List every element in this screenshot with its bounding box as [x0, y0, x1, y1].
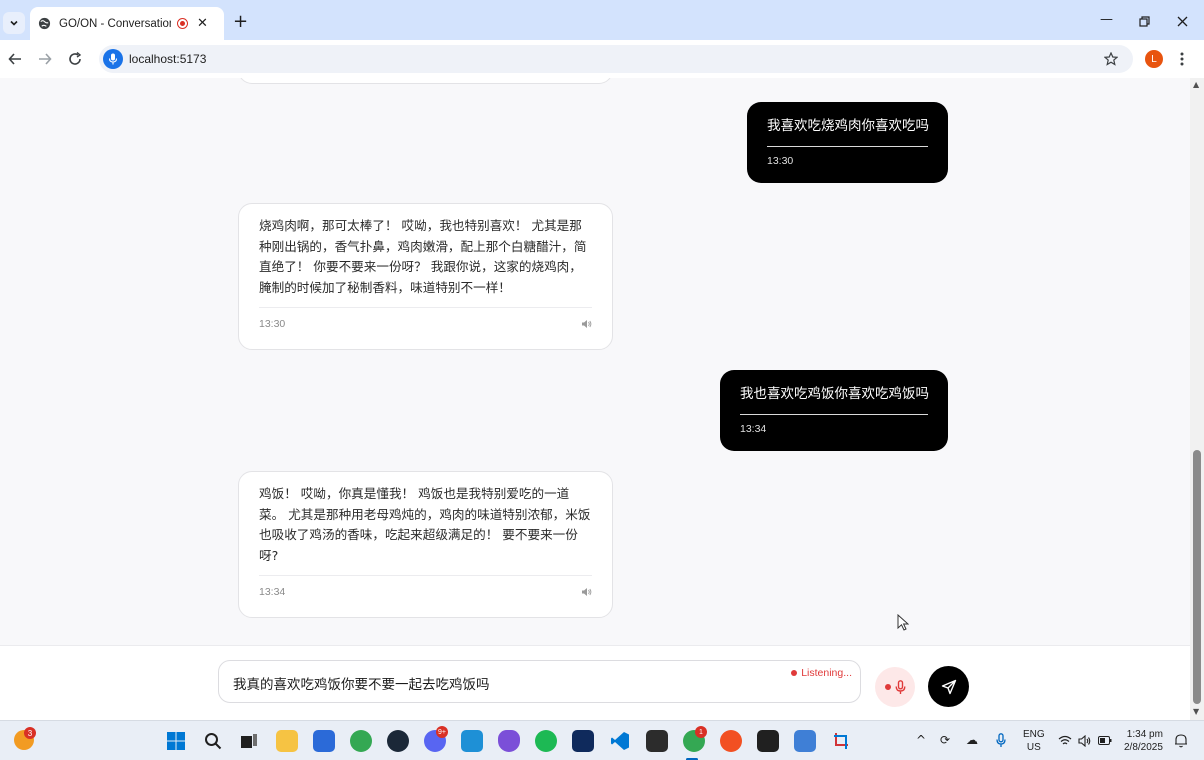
file-explorer-icon[interactable] — [276, 730, 298, 752]
disney-plus-icon[interactable] — [572, 730, 594, 752]
spotify-icon[interactable] — [535, 730, 557, 752]
search-icon[interactable] — [202, 730, 224, 752]
close-window-icon[interactable] — [1177, 16, 1188, 27]
previous-message-card — [238, 78, 613, 84]
back-arrow-icon[interactable] — [8, 52, 22, 66]
tab-close-icon[interactable]: ✕ — [197, 16, 208, 31]
vscode-icon[interactable] — [609, 730, 631, 752]
new-tab-button[interactable]: + — [233, 12, 248, 32]
notepad-icon[interactable] — [794, 730, 816, 752]
scroll-down-arrow-icon[interactable]: ▼ — [1193, 707, 1199, 716]
system-clock[interactable]: 1:34 pm 2/8/2025 — [1124, 728, 1163, 754]
user-message: 我也喜欢吃鸡饭你喜欢吃鸡饭吗 13:34 — [720, 370, 948, 451]
chrome-badge: 1 — [695, 726, 707, 738]
more-menu-icon[interactable] — [1180, 52, 1184, 66]
user-message-text: 我也喜欢吃鸡饭你喜欢吃鸡饭吗 — [740, 384, 929, 415]
wifi-icon[interactable] — [1058, 735, 1072, 746]
microphone-in-use-icon[interactable] — [103, 49, 123, 69]
send-icon — [941, 679, 956, 694]
listening-indicator: Listening... — [791, 667, 852, 679]
send-button[interactable] — [928, 666, 969, 707]
notifications-icon[interactable] — [1174, 733, 1188, 748]
listening-label: Listening... — [801, 667, 852, 679]
language-indicator[interactable]: ENG US — [1023, 728, 1045, 754]
clock-time: 1:34 pm — [1126, 729, 1163, 740]
assistant-message-text: 烧鸡肉啊，那可太棒了！ 哎呦，我也特别喜欢！ 尤其是那种刚出锅的，香气扑鼻，鸡肉… — [259, 216, 592, 308]
forward-arrow-icon[interactable] — [38, 52, 52, 66]
microphone-button[interactable] — [875, 667, 915, 707]
message-composer: 我真的喜欢吃鸡饭你要不要一起去吃鸡饭吗 Listening... — [0, 645, 1190, 720]
obsidian-icon[interactable] — [498, 730, 520, 752]
scroll-up-arrow-icon[interactable]: ▲ — [1193, 80, 1199, 89]
assistant-message-text: 鸡饭！ 哎呦，你真是懂我！ 鸡饭也是我特别爱吃的一道菜。 尤其是那种用老母鸡炖的… — [259, 484, 592, 576]
message-time: 13:30 — [259, 318, 286, 330]
recording-dot-icon — [884, 684, 891, 690]
tab-search-button[interactable] — [3, 12, 25, 34]
message-input[interactable]: 我真的喜欢吃鸡饭你要不要一起去吃鸡饭吗 Listening... — [218, 660, 861, 703]
photos-icon[interactable] — [461, 730, 483, 752]
recording-indicator-icon — [177, 18, 188, 29]
microphone-tray-icon[interactable] — [996, 733, 1006, 748]
tab-title: GO/ON - Conversational La — [59, 17, 171, 30]
user-message-text: 我喜欢吃烧鸡肉你喜欢吃吗 — [767, 116, 929, 147]
region-code: US — [1026, 742, 1041, 753]
clock-date: 2/8/2025 — [1124, 742, 1163, 753]
assistant-message: 鸡饭！ 哎呦，你真是懂我！ 鸡饭也是我特别爱吃的一道菜。 尤其是那种用老母鸡炖的… — [238, 471, 613, 618]
battery-icon[interactable] — [1098, 736, 1112, 745]
start-icon[interactable] — [165, 730, 187, 752]
onedrive-icon[interactable]: ☁ — [966, 733, 978, 747]
user-message: 我喜欢吃烧鸡肉你喜欢吃吗 13:30 — [747, 102, 948, 183]
bookmark-star-icon[interactable] — [1104, 52, 1118, 66]
chat-history[interactable]: 我喜欢吃烧鸡肉你喜欢吃吗 13:30 烧鸡肉啊，那可太棒了！ 哎呦，我也特别喜欢… — [0, 78, 1190, 645]
steam-icon[interactable] — [387, 730, 409, 752]
message-time: 13:30 — [767, 155, 794, 167]
globe-icon — [38, 17, 51, 30]
microphone-icon — [895, 679, 905, 694]
task-view-icon[interactable] — [238, 730, 260, 752]
microsoft-store-icon[interactable] — [313, 730, 335, 752]
show-hidden-icons-icon[interactable]: ^ — [916, 733, 926, 747]
mouse-cursor-icon — [897, 614, 909, 631]
sticky-notes-icon[interactable] — [757, 730, 779, 752]
speaker-icon[interactable] — [581, 319, 592, 329]
message-time: 13:34 — [740, 423, 767, 435]
omnibox[interactable]: localhost:5173 — [99, 45, 1133, 73]
listening-dot-icon — [791, 670, 798, 676]
terminal-icon[interactable] — [646, 730, 668, 752]
restore-icon[interactable] — [1139, 16, 1150, 27]
windows-taskbar: 3 9+ 1 ^ ⟳ ☁ ENG US 1:34 pm 2/8/2025 — [0, 720, 1204, 760]
minimize-icon[interactable]: — — [1100, 12, 1113, 27]
scrollbar-thumb[interactable] — [1193, 450, 1201, 704]
browser-tab[interactable]: GO/ON - Conversational La ✕ — [30, 7, 224, 40]
message-input-value[interactable]: 我真的喜欢吃鸡饭你要不要一起去吃鸡饭吗 — [233, 673, 490, 693]
profile-avatar[interactable]: L — [1145, 50, 1163, 68]
address-bar-row: localhost:5173 L — [0, 40, 1204, 78]
snipping-tool-icon[interactable] — [831, 730, 853, 752]
speaker-icon[interactable] — [581, 587, 592, 597]
postman-icon[interactable] — [720, 730, 742, 752]
volume-icon[interactable] — [1078, 735, 1092, 747]
reload-icon[interactable] — [68, 52, 82, 66]
discord-badge: 9+ — [436, 726, 448, 738]
assistant-message: 烧鸡肉啊，那可太棒了！ 哎呦，我也特别喜欢！ 尤其是那种刚出锅的，香气扑鼻，鸡肉… — [238, 203, 613, 350]
chrome-profile-icon[interactable] — [350, 730, 372, 752]
chevron-down-icon — [10, 20, 18, 26]
message-time: 13:34 — [259, 586, 286, 598]
sync-icon[interactable]: ⟳ — [940, 733, 950, 747]
url-text: localhost:5173 — [129, 52, 207, 66]
browser-tab-strip: GO/ON - Conversational La ✕ + — — [0, 0, 1204, 40]
language-code: ENG — [1023, 729, 1045, 740]
weather-badge: 3 — [24, 727, 36, 739]
